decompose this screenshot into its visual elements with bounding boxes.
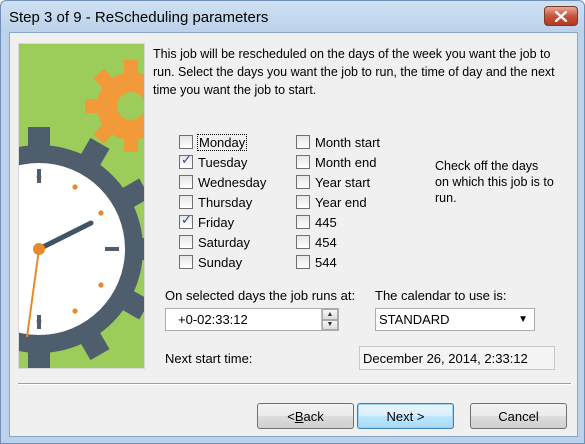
divider	[18, 383, 571, 385]
back-button-prefix: <	[287, 408, 295, 424]
checkbox-box[interactable]	[296, 255, 310, 269]
back-button-accelerator: B	[294, 408, 304, 424]
checkbox-friday[interactable]: ✓ Friday	[179, 213, 234, 231]
checkbox-box[interactable]	[296, 155, 310, 169]
back-button-rest: ack	[303, 408, 324, 424]
check-mark-icon: ✓	[181, 153, 192, 168]
checkbox-box[interactable]	[296, 215, 310, 229]
checkbox-box[interactable]: ✓	[179, 213, 193, 229]
triangle-down-icon[interactable]: ▼	[322, 319, 338, 330]
checkbox-year-end[interactable]: Year end	[296, 193, 367, 211]
checkbox-label: Saturday	[198, 234, 251, 250]
window-title: Step 3 of 9 - ReScheduling parameters	[9, 8, 269, 26]
checkbox-box[interactable]	[179, 135, 193, 149]
run-time-label: On selected days the job runs at:	[165, 288, 356, 303]
checkbox-label: Thursday	[198, 194, 253, 210]
clock-gear-graphic	[19, 60, 144, 368]
checkbox-month-end[interactable]: Month end	[296, 153, 376, 171]
checkbox-box[interactable]	[179, 235, 193, 249]
checkbox-monday[interactable]: Monday	[179, 133, 248, 151]
back-button[interactable]: < Back	[257, 403, 354, 429]
checkbox-label: Sunday	[198, 254, 243, 270]
checkbox-label: Wednesday	[198, 174, 267, 190]
checkbox-445[interactable]: 445	[296, 213, 337, 231]
triangle-up-icon[interactable]: ▲	[322, 309, 338, 320]
checkbox-wednesday[interactable]: Wednesday	[179, 173, 266, 191]
checkbox-label: 454	[315, 234, 337, 250]
chevron-down-icon[interactable]: ▼	[518, 314, 528, 325]
close-button[interactable]	[544, 6, 578, 26]
dialog-body: This job will be rescheduled on the days…	[9, 32, 578, 437]
checkbox-454[interactable]: 454	[296, 233, 337, 251]
checkbox-box[interactable]	[296, 175, 310, 189]
checkbox-saturday[interactable]: Saturday	[179, 233, 250, 251]
checkbox-box[interactable]	[179, 175, 193, 189]
checkbox-box[interactable]	[179, 255, 193, 269]
checkbox-label: Year end	[315, 194, 367, 210]
checkbox-label: 544	[315, 254, 337, 270]
checkbox-sunday[interactable]: Sunday	[179, 253, 242, 271]
checkbox-label: Tuesday	[198, 154, 248, 170]
checkbox-box[interactable]	[296, 135, 310, 149]
checkbox-box[interactable]: ✓	[179, 153, 193, 169]
check-mark-icon: ✓	[181, 213, 192, 228]
checkbox-box[interactable]	[296, 195, 310, 209]
hint-text: Check off the days on which this job is …	[435, 159, 554, 205]
close-icon	[555, 10, 567, 22]
next-start-field: December 26, 2014, 2:33:12	[359, 346, 555, 370]
calendar-label: The calendar to use is:	[375, 288, 507, 303]
calendar-value: STANDARD	[379, 312, 450, 327]
next-button[interactable]: Next >	[357, 403, 454, 429]
run-time-spinner[interactable]: +0-02:33:12 ▲ ▼	[165, 308, 339, 331]
checkbox-label: Friday	[198, 214, 235, 230]
dialog-window: Step 3 of 9 - ReScheduling parameters Th…	[0, 0, 585, 444]
intro-text: This job will be rescheduled on the days…	[153, 47, 555, 97]
checkbox-label: Year start	[315, 174, 371, 190]
checkbox-label: Month start	[315, 134, 381, 150]
checkbox-month-start[interactable]: Month start	[296, 133, 380, 151]
next-start-label: Next start time:	[165, 351, 253, 366]
spinner-arrows: ▲ ▼	[321, 309, 338, 330]
checkbox-box[interactable]	[296, 235, 310, 249]
checkbox-box[interactable]	[179, 195, 193, 209]
checkbox-label: Month end	[315, 154, 377, 170]
next-button-label: Next >	[386, 408, 425, 424]
clock-illustration	[18, 43, 145, 369]
calendar-select[interactable]: STANDARD ▼	[375, 308, 535, 331]
checkbox-year-start[interactable]: Year start	[296, 173, 370, 191]
cancel-button-label: Cancel	[498, 408, 539, 424]
run-time-input[interactable]: +0-02:33:12	[166, 312, 321, 327]
cancel-button[interactable]: Cancel	[470, 403, 567, 429]
checkbox-label: 445	[315, 214, 337, 230]
checkbox-tuesday[interactable]: ✓ Tuesday	[179, 153, 247, 171]
checkbox-544[interactable]: 544	[296, 253, 337, 271]
title-bar[interactable]: Step 3 of 9 - ReScheduling parameters	[1, 1, 584, 33]
checkbox-thursday[interactable]: Thursday	[179, 193, 252, 211]
checkbox-label: Monday	[196, 133, 248, 151]
